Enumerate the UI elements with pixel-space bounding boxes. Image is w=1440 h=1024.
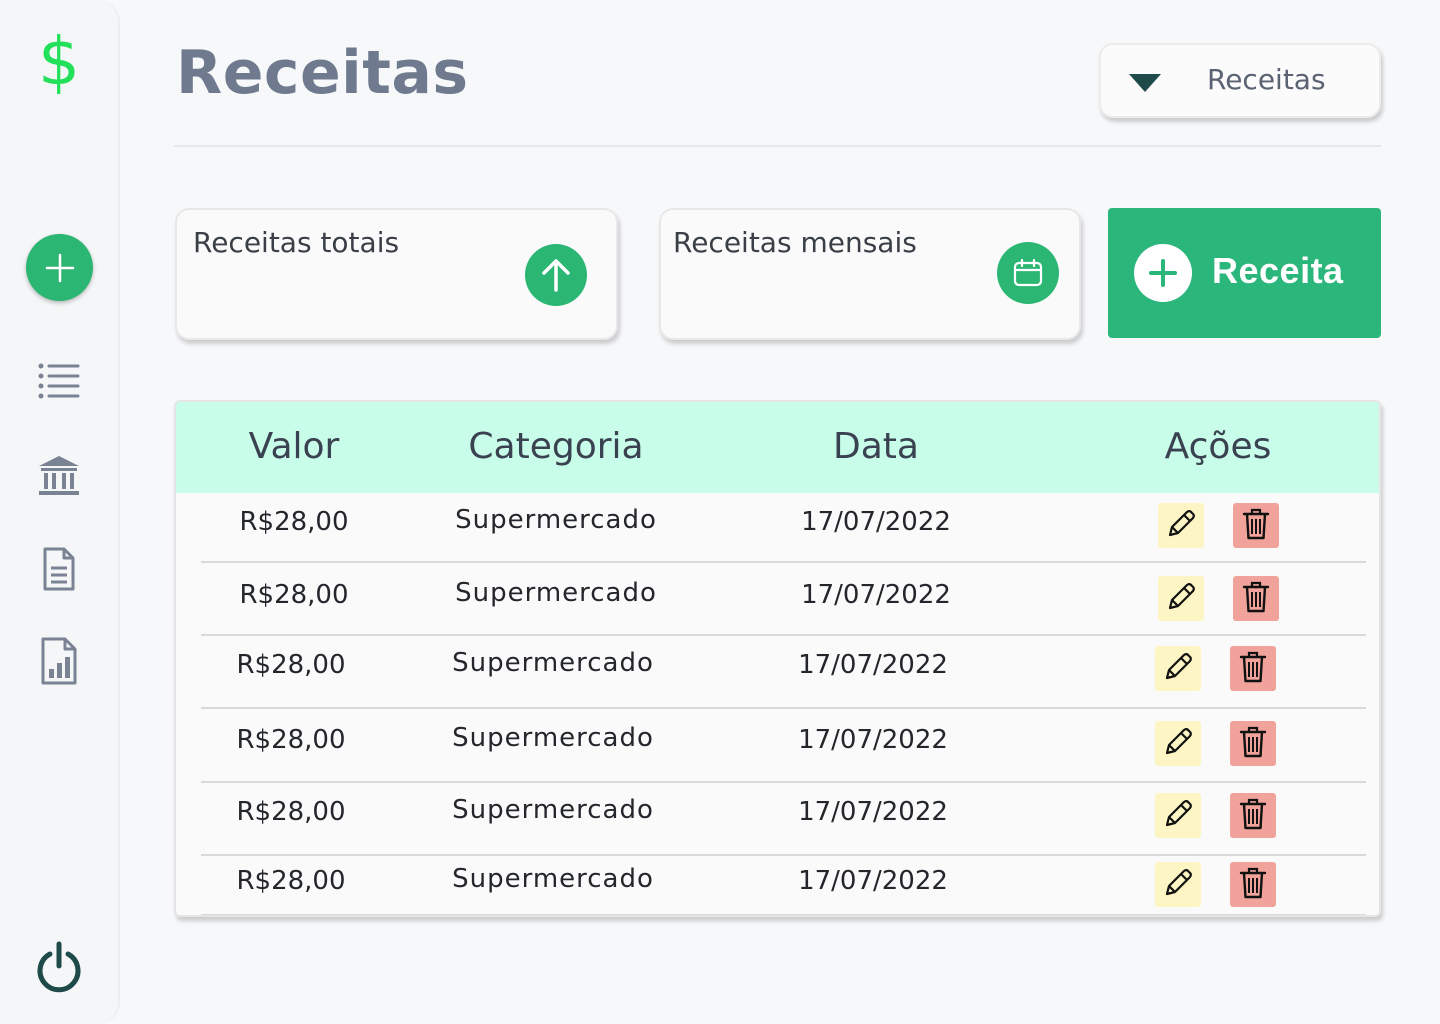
row-divider: [201, 781, 1366, 783]
column-header-data: Data: [833, 426, 919, 467]
delete-button[interactable]: [1233, 503, 1279, 548]
sidebar-item-bank[interactable]: [0, 454, 118, 496]
sidebar-add-button[interactable]: [26, 234, 93, 301]
delete-button[interactable]: [1230, 862, 1276, 907]
cell-valor: R$28,00: [236, 725, 346, 755]
income-table: Valor Categoria Data Ações R$28,00 Superm…: [174, 400, 1381, 917]
cell-categoria: Supermercado: [455, 578, 657, 608]
logout-button[interactable]: [0, 940, 118, 994]
cell-data: 17/07/2022: [801, 580, 951, 610]
row-divider: [201, 914, 1366, 915]
trash-icon: [1241, 507, 1271, 545]
trash-icon: [1238, 725, 1268, 763]
sidebar-item-documents[interactable]: [0, 546, 118, 592]
delete-button[interactable]: [1230, 646, 1276, 691]
dropdown-selected-value: Receitas: [1207, 63, 1326, 96]
cell-categoria: Supermercado: [452, 648, 654, 678]
pencil-icon: [1161, 650, 1195, 688]
cell-data: 17/07/2022: [798, 797, 948, 827]
edit-button[interactable]: [1155, 646, 1201, 691]
pencil-icon: [1161, 866, 1195, 904]
header-divider: [174, 145, 1381, 147]
cell-data: 17/07/2022: [798, 725, 948, 755]
column-header-valor: Valor: [248, 426, 340, 467]
column-header-categoria: Categoria: [468, 426, 644, 467]
cell-valor: R$28,00: [236, 866, 346, 896]
dollar-logo: $: [38, 23, 80, 100]
cell-categoria: Supermercado: [452, 723, 654, 753]
edit-button[interactable]: [1155, 793, 1201, 838]
add-income-label: Receita: [1212, 250, 1344, 291]
pencil-icon: [1161, 797, 1195, 835]
plus-icon: [45, 253, 74, 282]
plus-icon: [1134, 244, 1192, 302]
delete-button[interactable]: [1230, 793, 1276, 838]
cell-categoria: Supermercado: [455, 505, 657, 535]
arrow-up-icon: [525, 244, 587, 306]
cell-valor: R$28,00: [239, 507, 349, 537]
monthly-income-card: Receitas mensais: [659, 208, 1081, 340]
calendar-icon: [997, 242, 1059, 304]
cell-valor: R$28,00: [239, 580, 349, 610]
cell-data: 17/07/2022: [798, 866, 948, 896]
total-income-card: Receitas totais: [175, 208, 618, 340]
cell-valor: R$28,00: [236, 797, 346, 827]
sidebar-item-reports[interactable]: [0, 636, 118, 686]
triangle-down-icon: [1129, 74, 1161, 92]
pencil-icon: [1164, 580, 1198, 618]
trash-icon: [1238, 797, 1268, 835]
power-icon: [37, 941, 81, 993]
trash-icon: [1238, 866, 1268, 904]
report-icon: [41, 637, 77, 685]
sidebar-item-list[interactable]: [0, 362, 118, 400]
edit-button[interactable]: [1155, 862, 1201, 907]
pencil-icon: [1164, 507, 1198, 545]
list-icon: [38, 363, 80, 399]
monthly-income-label: Receitas mensais: [673, 226, 917, 259]
row-divider: [201, 707, 1366, 709]
sidebar: $: [0, 0, 120, 1024]
pencil-icon: [1161, 725, 1195, 763]
bank-icon: [39, 456, 79, 495]
trash-icon: [1241, 580, 1271, 618]
cell-valor: R$28,00: [236, 650, 346, 680]
add-income-button[interactable]: Receita: [1108, 208, 1381, 338]
delete-button[interactable]: [1233, 576, 1279, 621]
cell-data: 17/07/2022: [798, 650, 948, 680]
delete-button[interactable]: [1230, 721, 1276, 766]
row-divider: [201, 634, 1366, 636]
cell-data: 17/07/2022: [801, 507, 951, 537]
cell-categoria: Supermercado: [452, 864, 654, 894]
table-header: Valor Categoria Data Ações: [176, 402, 1379, 493]
edit-button[interactable]: [1158, 503, 1204, 548]
row-divider: [201, 854, 1366, 856]
cell-categoria: Supermercado: [452, 795, 654, 825]
trash-icon: [1238, 650, 1268, 688]
edit-button[interactable]: [1158, 576, 1204, 621]
page-title: Receitas: [176, 38, 469, 108]
edit-button[interactable]: [1155, 721, 1201, 766]
document-icon: [43, 547, 75, 591]
total-income-label: Receitas totais: [193, 226, 400, 259]
row-divider: [201, 561, 1366, 563]
view-dropdown[interactable]: Receitas: [1099, 43, 1381, 118]
column-header-acoes: Ações: [1164, 426, 1272, 467]
